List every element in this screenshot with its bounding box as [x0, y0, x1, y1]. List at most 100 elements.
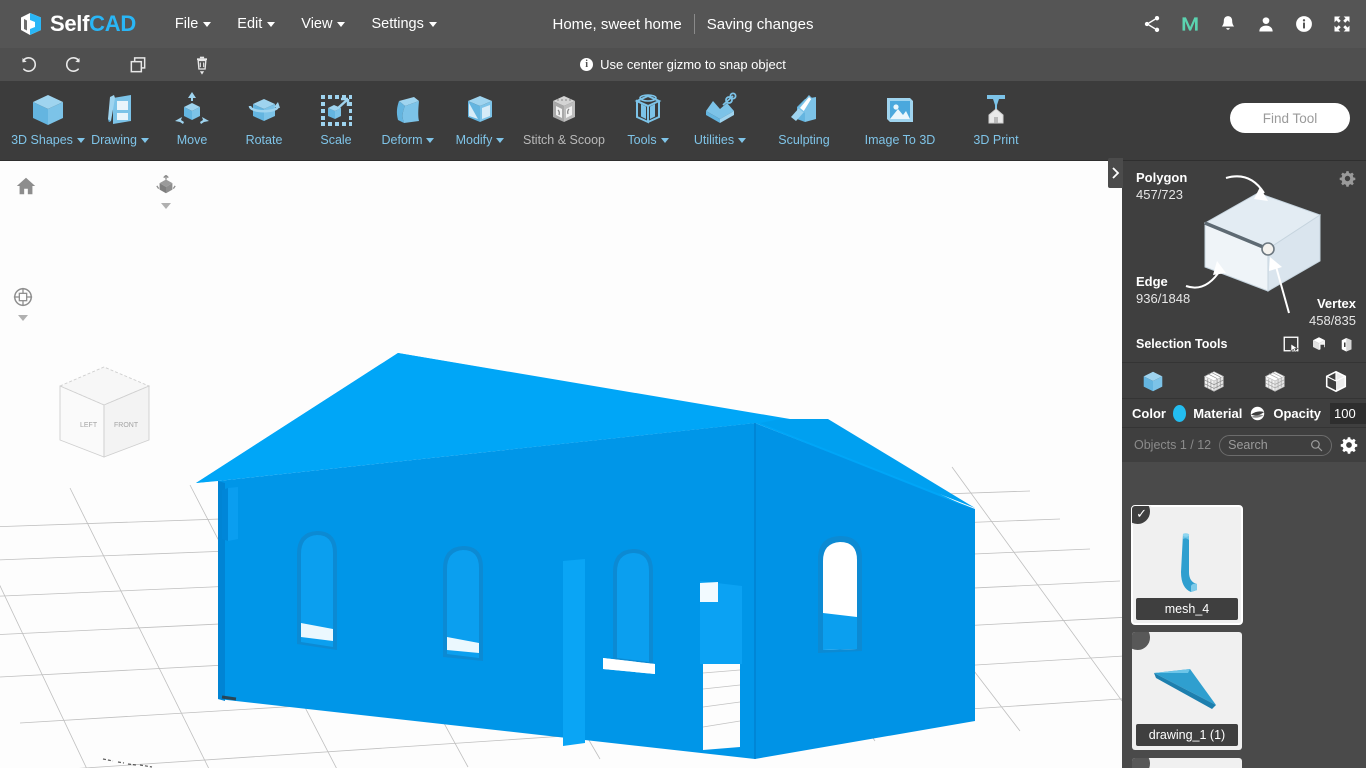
view-cube[interactable]: LEFT FRONT [52, 361, 157, 471]
tool-label: Stitch & Scoop [523, 133, 605, 147]
tool-label: Image To 3D [864, 133, 936, 147]
medium-m-icon[interactable] [1180, 14, 1200, 34]
chevron-down-icon [428, 21, 437, 27]
stitch-scoop-icon [543, 88, 585, 132]
menu-label: View [301, 16, 333, 32]
house-model [196, 353, 975, 759]
chevron-down-icon [140, 138, 149, 144]
box-select-icon[interactable] [1310, 335, 1328, 353]
cube-icon [27, 88, 69, 132]
paint-select-icon[interactable] [1338, 335, 1356, 353]
vertex-info: Vertex 458/835 [1309, 295, 1356, 329]
tool-image-to-3d[interactable]: Image To 3D [852, 81, 948, 159]
objects-search-input[interactable]: Search [1219, 434, 1332, 456]
tool-label: Utilities [693, 133, 735, 147]
tool-scale[interactable]: Scale [300, 81, 372, 159]
wedge-thumb [1154, 669, 1216, 709]
user-account-icon[interactable] [1256, 14, 1276, 34]
tool-sculpting[interactable]: Sculpting [756, 81, 852, 159]
object-select-checkbox[interactable] [1132, 758, 1152, 768]
fullscreen-icon[interactable] [1332, 14, 1352, 34]
redo-button[interactable] [56, 51, 92, 78]
chevron-down-icon [161, 203, 171, 209]
color-swatch[interactable] [1172, 404, 1187, 422]
check-icon: ✓ [1136, 506, 1147, 521]
object-select-checkbox[interactable] [1132, 632, 1152, 652]
tool-modify[interactable]: Modify [444, 81, 516, 159]
material-label: Material [1193, 405, 1243, 421]
chevron-down-icon [18, 315, 28, 321]
3d-viewport[interactable]: LEFT FRONT Y X Z [0, 161, 1122, 768]
appearance-row: Color Material Opacity 100 [1122, 399, 1366, 428]
menu-label: Edit [237, 16, 263, 32]
objects-header: Objects 1 / 12 Search [1122, 428, 1366, 462]
polygon-info: Polygon 457/723 [1136, 169, 1187, 203]
tool-label: Move [176, 133, 208, 147]
tool-label: 3D Shapes [11, 133, 73, 147]
search-icon [1311, 439, 1323, 451]
mode-polygon[interactable] [1249, 364, 1301, 398]
menu-item-settings[interactable]: Settings [358, 10, 449, 38]
delete-icon [197, 56, 207, 75]
view-cube-face-left: LEFT [80, 422, 98, 429]
info-icon[interactable] [1294, 14, 1314, 34]
share-icon[interactable] [1142, 14, 1162, 34]
rect-select-icon[interactable] [1282, 335, 1300, 353]
tool-stitch-and-scoop[interactable]: Stitch & Scoop [516, 81, 612, 159]
edge-count: 936/1848 [1136, 291, 1191, 306]
tool-drawing[interactable]: Drawing [84, 81, 156, 159]
vertex-label: Vertex [1316, 296, 1356, 311]
menu-label: File [174, 16, 199, 32]
modify-icon [459, 88, 501, 132]
copy-button[interactable] [120, 51, 156, 78]
object-card-drawing_1-1[interactable]: drawing_1 (1) [1132, 632, 1242, 750]
chevron-down-icon [738, 138, 747, 144]
top-right-actions [1142, 0, 1352, 48]
pipe-thumb [1181, 533, 1197, 592]
material-sphere-icon[interactable] [1249, 405, 1266, 422]
tool-tools[interactable]: Tools [612, 81, 684, 159]
tool-deform[interactable]: Deform [372, 81, 444, 159]
edge-label: Edge [1136, 274, 1168, 289]
object-card-Mesh2[interactable]: Mesh2 [1132, 758, 1242, 768]
window-arched-2 [443, 546, 483, 661]
zoom-fit-button[interactable] [12, 286, 34, 321]
menu-item-file[interactable]: File [162, 10, 224, 38]
opacity-input[interactable]: 100 [1330, 402, 1366, 424]
logo-text-cad: CAD [89, 11, 136, 36]
document-name[interactable]: Home, sweet home [553, 16, 682, 33]
polygon-count: 457/723 [1136, 187, 1183, 202]
objects-settings-button[interactable] [1340, 436, 1358, 454]
mode-object[interactable] [1127, 364, 1179, 398]
tools-icon [627, 88, 669, 132]
tool-utilities[interactable]: Utilities [684, 81, 756, 159]
object-card-mesh_4[interactable]: ✓ mesh_4 [1131, 505, 1243, 625]
objects-count: Objects 1 / 12 [1134, 438, 1212, 452]
app-logo[interactable]: SelfCAD [0, 11, 136, 37]
opacity-label: Opacity [1273, 405, 1322, 421]
delete-button[interactable] [184, 51, 220, 78]
tool-move[interactable]: Move [156, 81, 228, 159]
chevron-down-icon [267, 21, 276, 27]
chevron-down-icon [426, 138, 435, 144]
chevron-down-icon [496, 138, 505, 144]
perspective-view-icon [156, 174, 176, 194]
history-hint-bar: i Use center gizmo to snap object [0, 48, 1366, 81]
tool-3d-print[interactable]: 3D Print [948, 81, 1044, 159]
mode-vertex[interactable] [1188, 364, 1240, 398]
top-menu-bar: SelfCAD File Edit View Settings Home, sw… [0, 0, 1366, 48]
tool-label: Modify [455, 133, 493, 147]
find-tool-input[interactable]: Find Tool [1230, 103, 1350, 133]
perspective-view-button[interactable] [155, 174, 177, 209]
mode-edge[interactable] [1310, 364, 1362, 398]
notifications-bell-icon[interactable] [1218, 14, 1238, 34]
color-label: Color [1132, 405, 1166, 421]
undo-button[interactable] [10, 51, 46, 78]
panel-collapse-toggle[interactable] [1108, 158, 1123, 188]
tool-rotate[interactable]: Rotate [228, 81, 300, 159]
menu-item-edit[interactable]: Edit [224, 10, 288, 38]
tool-3d-shapes[interactable]: 3D Shapes [11, 81, 85, 159]
menu-item-view[interactable]: View [288, 10, 358, 38]
window-arched-far [818, 536, 862, 653]
home-view-button[interactable] [15, 175, 37, 202]
